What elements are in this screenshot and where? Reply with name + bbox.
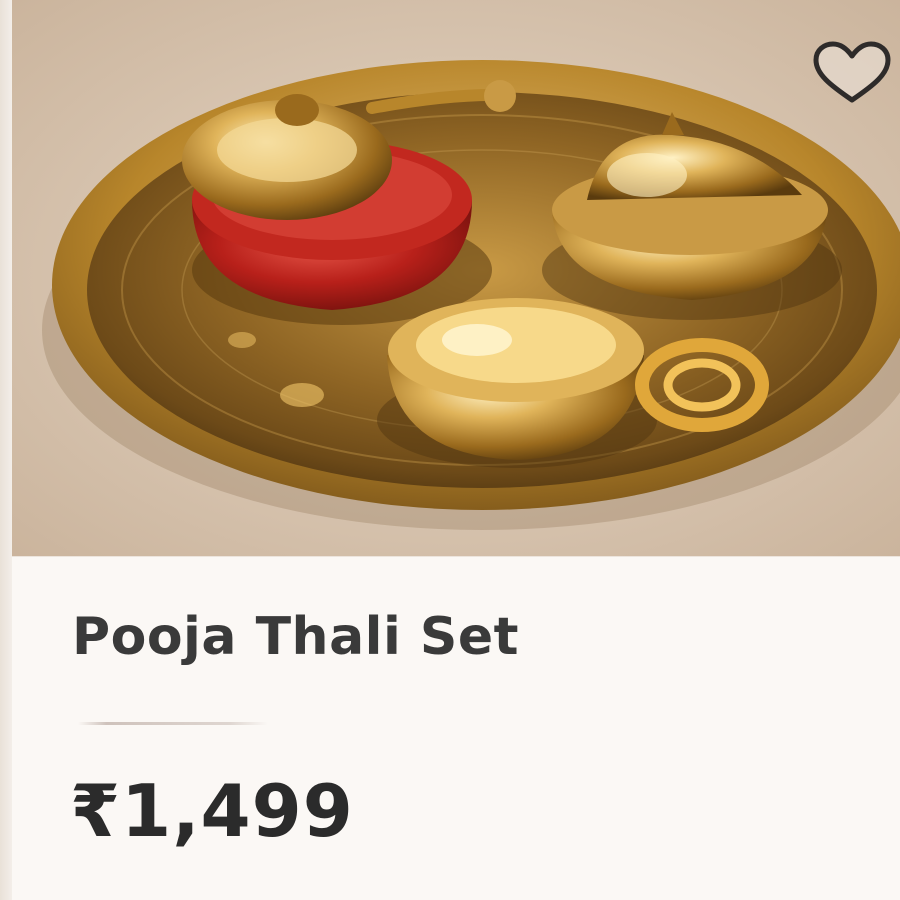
product-card[interactable]: Pooja Thali Set ₹1,499 (0, 0, 900, 900)
product-image[interactable] (12, 0, 900, 556)
card-edge (0, 0, 12, 900)
product-info: Pooja Thali Set ₹1,499 (12, 556, 900, 900)
product-price: ₹1,499 (70, 769, 354, 853)
product-title[interactable]: Pooja Thali Set (72, 607, 519, 667)
wishlist-button[interactable] (808, 38, 896, 108)
rating-placeholder (78, 722, 268, 725)
heart-outline-icon (813, 41, 891, 103)
thali-illustration (12, 0, 900, 556)
